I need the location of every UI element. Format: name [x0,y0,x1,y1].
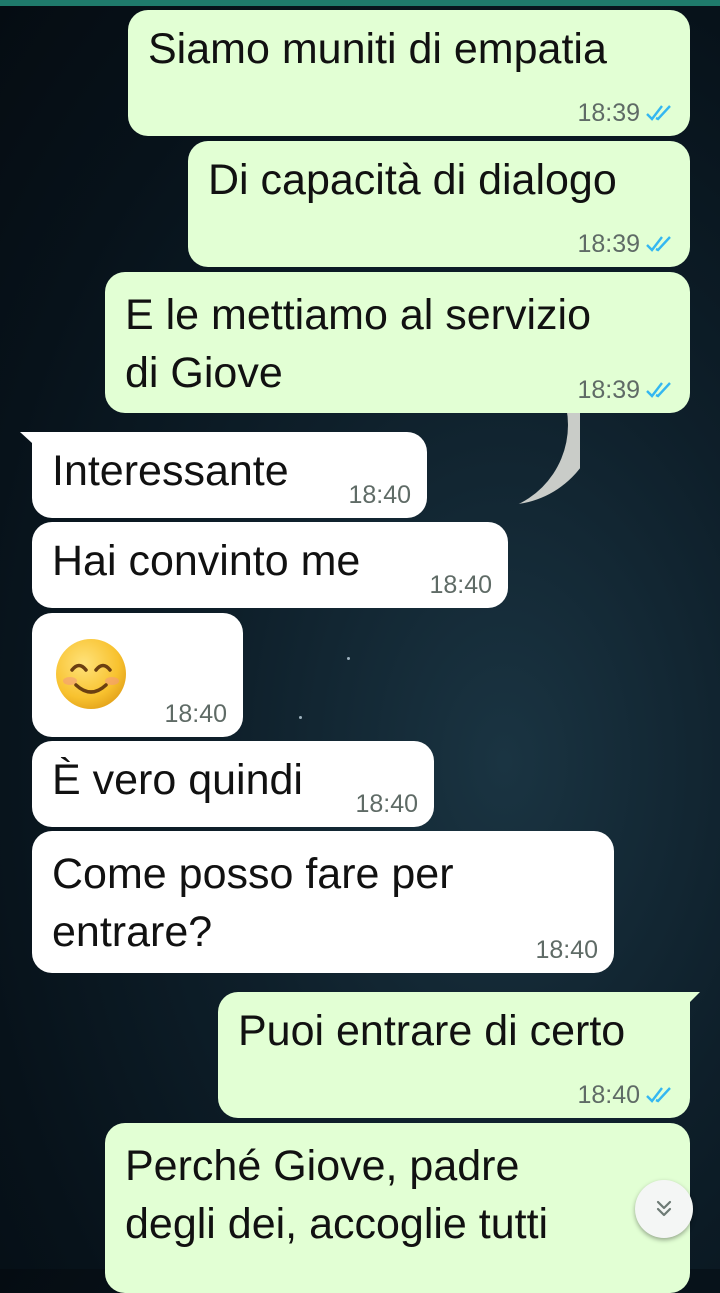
outgoing-message[interactable]: Perché Giove, padre degli dei, accoglie … [105,1123,690,1293]
read-receipt-icon [646,382,671,398]
read-receipt-icon [646,236,671,252]
outgoing-message[interactable]: Siamo muniti di empatia 18:39 [128,10,690,136]
star-decoration [299,716,302,719]
message-meta: 18:39 [577,375,676,405]
message-meta: 18:40 [577,1080,676,1110]
incoming-emoji-message[interactable]: 18:40 [32,613,243,737]
double-chevron-down-icon [656,1200,672,1217]
message-meta: 18:40 [429,570,492,600]
message-meta: 18:40 [355,789,418,819]
message-time: 18:40 [164,700,227,728]
outgoing-message[interactable]: E le mettiamo al servizio di Giove 18:39 [105,272,690,413]
message-time: 18:40 [577,1081,640,1109]
message-time: 18:39 [577,230,640,258]
incoming-message[interactable]: Hai convinto me 18:40 [32,522,508,608]
message-meta: 18:40 [535,935,598,965]
incoming-message[interactable]: Interessante 18:40 [20,432,427,518]
top-accent-bar [0,0,720,6]
bubble-tail [678,992,700,1014]
read-receipt-icon [646,105,671,121]
scroll-to-bottom-button[interactable] [635,1180,693,1238]
message-time: 18:40 [348,481,411,509]
message-meta: 18:39 [577,98,676,128]
incoming-message[interactable]: È vero quindi 18:40 [32,741,434,827]
message-time: 18:39 [577,99,640,127]
message-text: Come posso fare per entrare? [52,850,454,956]
message-text: Perché Giove, padre degli dei, accoglie … [125,1142,549,1248]
smiling-face-emoji-icon [56,639,126,709]
read-receipt-icon [646,1087,671,1103]
message-time: 18:40 [535,936,598,964]
outgoing-message[interactable]: Puoi entrare di certo 18:40 [218,992,700,1118]
message-meta: 18:40 [348,480,411,510]
message-text: E le mettiamo al servizio di Giove [125,291,591,397]
message-text: Hai convinto me [52,537,361,585]
message-meta: 18:39 [577,229,676,259]
message-text: È vero quindi [52,756,303,804]
message-meta: 18:40 [164,699,227,729]
incoming-message[interactable]: Come posso fare per entrare? 18:40 [32,831,614,973]
message-text: Siamo muniti di empatia [148,25,607,73]
message-time: 18:40 [429,571,492,599]
message-time: 18:40 [355,790,418,818]
message-text: Puoi entrare di certo [238,1007,626,1055]
outgoing-message[interactable]: Di capacità di dialogo 18:39 [188,141,690,267]
bubble-tail [20,432,44,454]
message-text: Di capacità di dialogo [208,156,617,204]
star-decoration [347,657,350,660]
message-text: Interessante [52,447,289,495]
message-time: 18:39 [577,376,640,404]
